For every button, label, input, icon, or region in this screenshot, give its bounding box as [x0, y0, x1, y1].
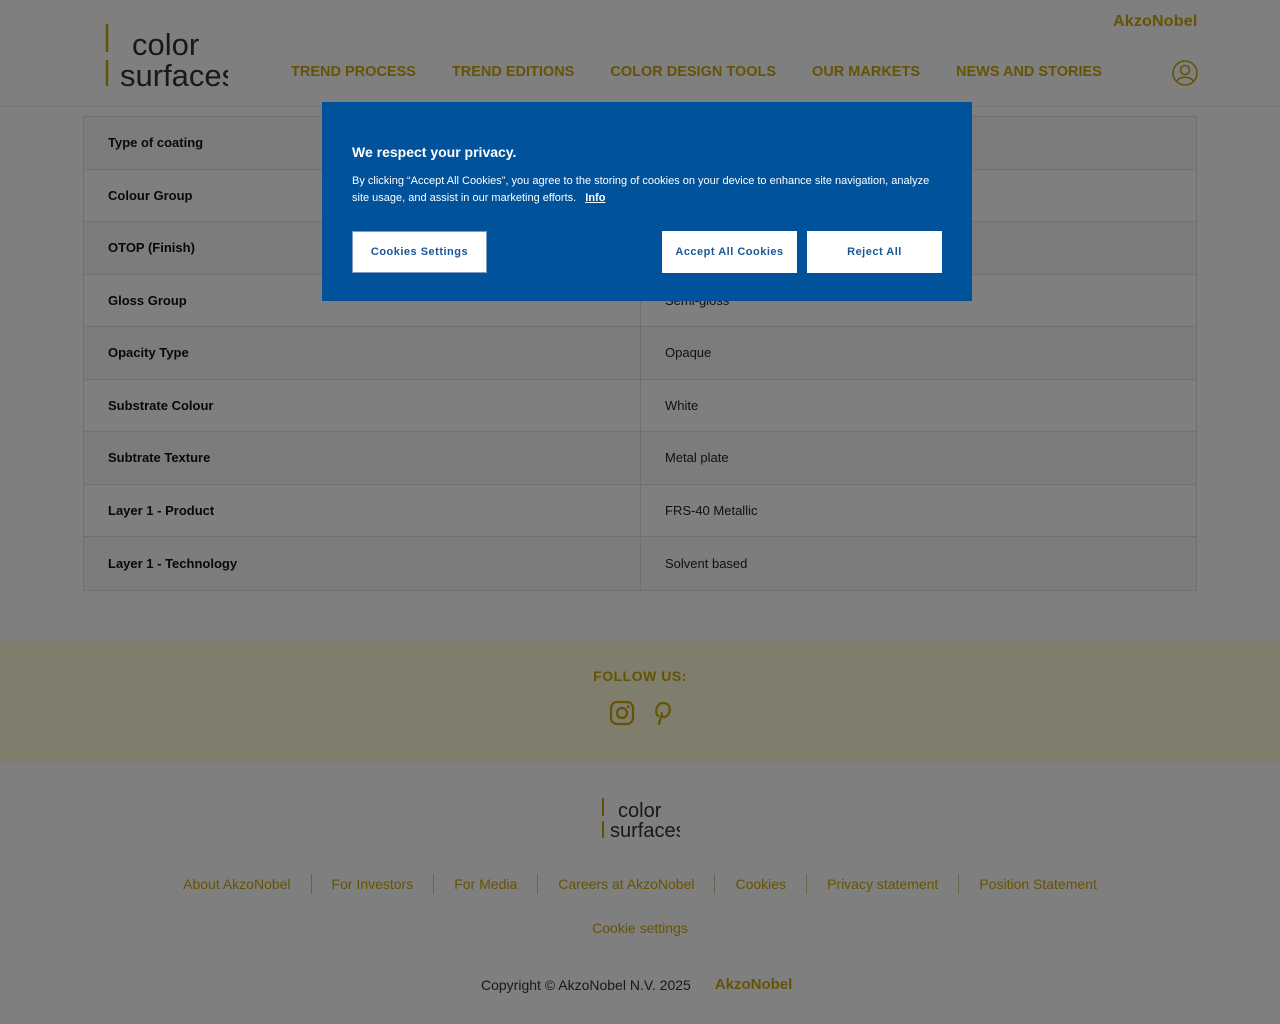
cookie-dialog-text: By clicking “Accept All Cookies”, you ag…: [352, 173, 942, 207]
cookie-dialog-body: By clicking “Accept All Cookies”, you ag…: [352, 175, 930, 204]
cookies-settings-button[interactable]: Cookies Settings: [352, 231, 487, 273]
cookie-info-link[interactable]: Info: [585, 192, 605, 204]
reject-all-button[interactable]: Reject All: [807, 231, 942, 273]
cookie-dialog-title: We respect your privacy.: [352, 144, 517, 160]
cookie-consent-dialog: We respect your privacy. By clicking “Ac…: [322, 102, 972, 301]
accept-all-cookies-button[interactable]: Accept All Cookies: [662, 231, 797, 273]
